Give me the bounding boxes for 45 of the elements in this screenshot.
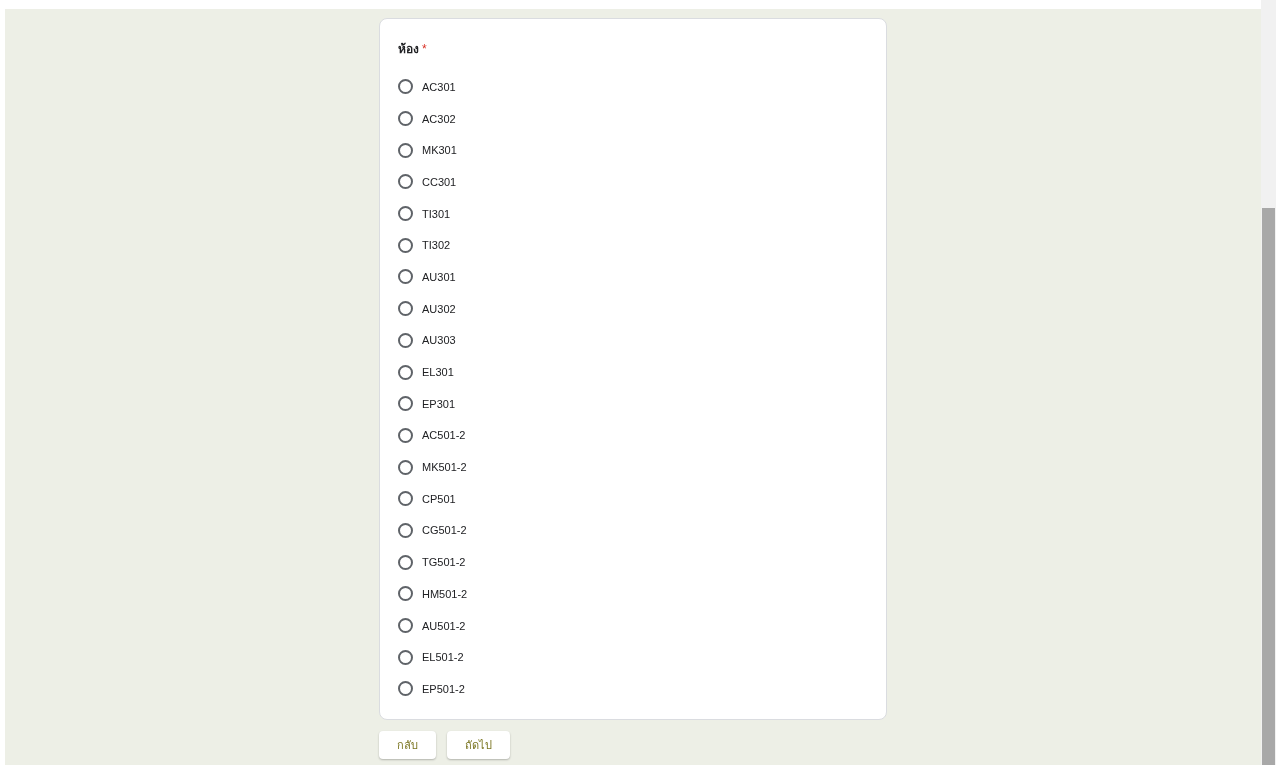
option-label[interactable]: AU501-2 xyxy=(422,619,466,632)
radio-button[interactable] xyxy=(398,206,413,222)
radio-button[interactable] xyxy=(398,681,413,697)
option-label[interactable]: CG501-2 xyxy=(422,524,467,537)
option-label[interactable]: TI302 xyxy=(422,239,451,252)
option-label[interactable]: AU301 xyxy=(422,270,456,283)
option-label[interactable]: TI301 xyxy=(422,207,451,220)
option-label[interactable]: AU303 xyxy=(422,334,456,347)
scrollbar[interactable] xyxy=(1261,0,1276,765)
option-label[interactable]: AC301 xyxy=(422,80,456,93)
option-label[interactable]: EP501-2 xyxy=(422,682,465,695)
radio-button[interactable] xyxy=(398,586,413,602)
next-button[interactable]: ถัดไป xyxy=(447,730,510,759)
option-label[interactable]: CP501 xyxy=(422,492,456,505)
radio-button[interactable] xyxy=(398,364,413,380)
radio-button[interactable] xyxy=(398,618,413,634)
radio-button[interactable] xyxy=(398,427,413,443)
radio-button[interactable] xyxy=(398,111,413,127)
radio-button[interactable] xyxy=(398,491,413,507)
option-label[interactable]: HM501-2 xyxy=(422,587,468,600)
radio-button[interactable] xyxy=(398,142,413,158)
option-label[interactable]: AC302 xyxy=(422,112,456,125)
option-label[interactable]: MK301 xyxy=(422,144,457,157)
back-button[interactable]: กลับ xyxy=(379,730,436,759)
radio-button[interactable] xyxy=(398,649,413,665)
question-title: ห้อง xyxy=(398,41,419,58)
option-label[interactable]: TG501-2 xyxy=(422,556,466,569)
option-label[interactable]: MK501-2 xyxy=(422,461,467,474)
radio-button[interactable] xyxy=(398,459,413,475)
option-label[interactable]: AC501-2 xyxy=(422,429,466,442)
option-label[interactable]: CC301 xyxy=(422,175,457,188)
option-label[interactable]: EL301 xyxy=(422,366,454,379)
required-mark: * xyxy=(422,42,427,56)
option-label[interactable]: AU302 xyxy=(422,302,456,315)
option-label[interactable]: EL501-2 xyxy=(422,651,464,664)
radio-button[interactable] xyxy=(398,79,413,95)
radio-button[interactable] xyxy=(398,522,413,538)
radio-button[interactable] xyxy=(398,396,413,412)
option-label[interactable]: EP301 xyxy=(422,397,456,410)
radio-button[interactable] xyxy=(398,174,413,190)
radio-button[interactable] xyxy=(398,301,413,317)
radio-button[interactable] xyxy=(398,269,413,285)
radio-button[interactable] xyxy=(398,332,413,348)
radio-button[interactable] xyxy=(398,554,413,570)
radio-button[interactable] xyxy=(398,237,413,253)
